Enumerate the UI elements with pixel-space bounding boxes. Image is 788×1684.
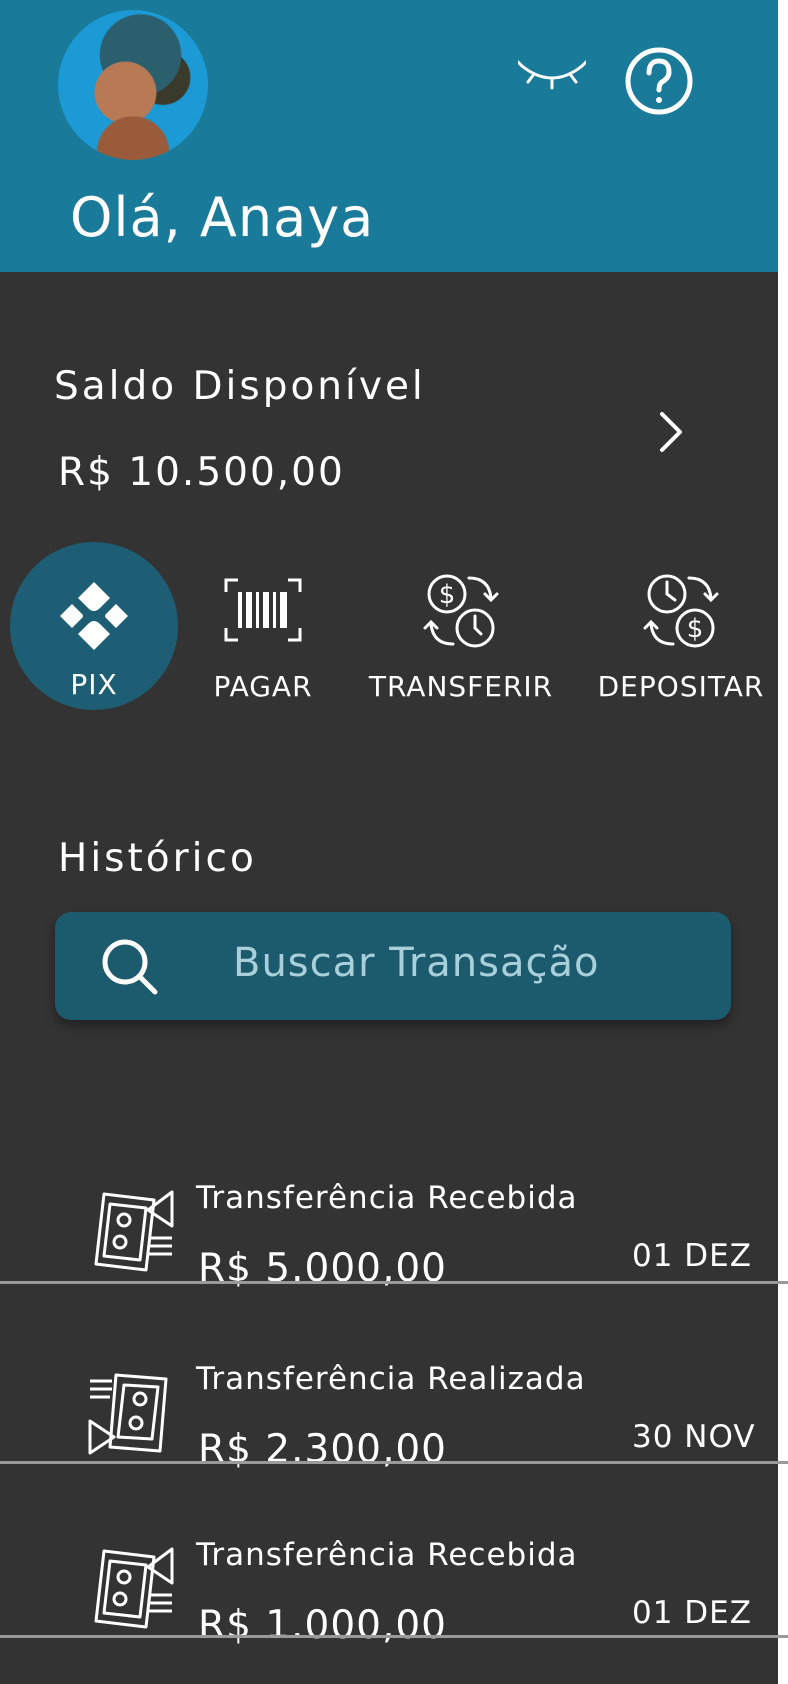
deposit-icon: $ (643, 574, 719, 648)
pix-icon (60, 582, 128, 650)
transfer-label: TRANSFERIR (368, 670, 554, 703)
transaction-title: Transferência Recebida (196, 1180, 578, 1216)
deposit-label: DEPOSITAR (597, 670, 765, 703)
svg-text:$: $ (439, 580, 456, 610)
transaction-date: 01 DEZ (632, 1595, 752, 1631)
transaction-amount: R$ 2.300,00 (198, 1427, 447, 1472)
transfer-button[interactable]: $ TRANSFERIR (368, 542, 554, 712)
transfer-icon: $ (423, 574, 499, 648)
app-screen: Olá, Anaya Saldo Disponível R$ 10.500,00… (0, 0, 788, 1684)
divider (0, 1635, 788, 1638)
divider (0, 1461, 788, 1464)
transaction-amount: R$ 1.000,00 (198, 1603, 447, 1648)
svg-text:$: $ (687, 614, 704, 644)
pay-button[interactable]: PAGAR (198, 542, 328, 712)
transaction-row[interactable]: Transferência Realizada R$ 2.300,00 30 N… (0, 1327, 788, 1507)
money-sent-icon (88, 1373, 168, 1455)
transaction-row[interactable]: Transferência Recebida R$ 5.000,00 01 DE… (0, 1146, 788, 1326)
balance-value: R$ 10.500,00 (58, 450, 345, 495)
avatar[interactable] (58, 10, 208, 160)
transaction-amount: R$ 5.000,00 (198, 1246, 447, 1291)
history-title: Histórico (58, 836, 257, 881)
transaction-row[interactable]: Transferência Recebida R$ 1.000,00 01 DE… (0, 1503, 788, 1683)
divider (0, 1281, 788, 1284)
deposit-button[interactable]: $ DEPOSITAR (596, 542, 766, 712)
chevron-right-icon[interactable] (656, 410, 686, 454)
pay-label: PAGAR (213, 670, 313, 703)
search-input[interactable]: Buscar Transação (55, 912, 731, 1020)
search-placeholder: Buscar Transação (233, 940, 600, 986)
transaction-date: 01 DEZ (632, 1238, 752, 1274)
eye-closed-icon[interactable] (518, 58, 586, 94)
transaction-title: Transferência Realizada (196, 1361, 586, 1397)
balance-label: Saldo Disponível (54, 364, 426, 409)
search-icon (102, 939, 158, 995)
pix-button[interactable]: PIX (10, 542, 178, 710)
pix-label: PIX (70, 668, 118, 701)
greeting: Olá, Anaya (70, 186, 375, 249)
barcode-icon (224, 578, 302, 642)
question-circle-icon[interactable] (624, 46, 694, 116)
money-received-icon (94, 1547, 174, 1629)
header: Olá, Anaya (0, 0, 788, 272)
transaction-date: 30 NOV (632, 1419, 756, 1455)
transaction-title: Transferência Recebida (196, 1537, 578, 1573)
money-received-icon (94, 1190, 174, 1272)
